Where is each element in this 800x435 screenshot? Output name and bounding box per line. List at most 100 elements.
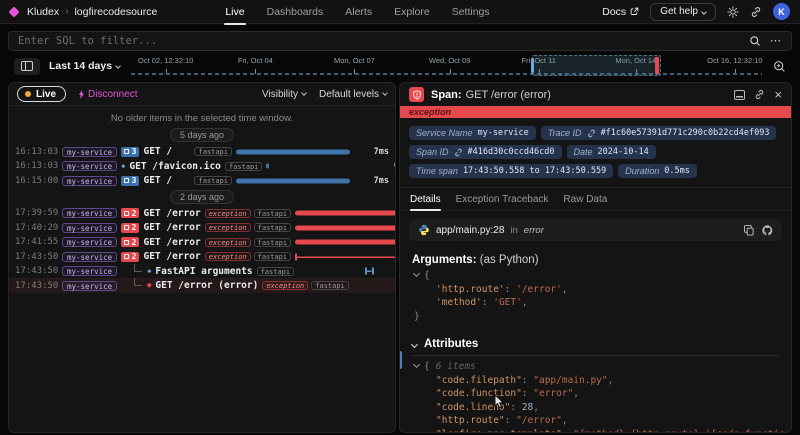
sql-filter-input[interactable] xyxy=(18,35,740,47)
service-tag[interactable]: my-service xyxy=(62,208,117,218)
service-tag[interactable]: my-service xyxy=(62,147,117,157)
span-message: GET /error (error) xyxy=(155,280,258,291)
service-tag[interactable]: my-service xyxy=(62,223,117,233)
live-button[interactable]: Live xyxy=(17,86,66,102)
code-open-brace[interactable]: { xyxy=(412,269,779,283)
share-link-button[interactable] xyxy=(750,6,762,18)
panel-resize-handle[interactable] xyxy=(399,351,402,369)
logfire-logo-icon xyxy=(8,6,19,17)
trace-row[interactable]: 16:13:03my-service3GET /fastapi7ms xyxy=(9,144,395,159)
fastapi-tag[interactable]: fastapi xyxy=(194,147,232,156)
disconnect-button[interactable]: Disconnect xyxy=(78,89,137,100)
copy-icon[interactable] xyxy=(744,225,754,236)
get-help-button[interactable]: Get help xyxy=(650,3,716,21)
service-tag[interactable]: my-service xyxy=(62,176,117,186)
levels-label: Default levels xyxy=(319,89,379,100)
breadcrumb-org[interactable]: Kludex xyxy=(27,6,59,18)
row-timestamp: 16:15:00 xyxy=(15,176,58,186)
exception-tag[interactable]: exception xyxy=(205,223,251,232)
tab-settings[interactable]: Settings xyxy=(451,1,491,23)
sidebar-toggle-button[interactable] xyxy=(14,58,40,75)
trace-row[interactable]: 17:43:50my-service●GET /error (error)exc… xyxy=(9,278,395,293)
tab-explore[interactable]: Explore xyxy=(393,1,431,23)
trace-row[interactable]: 16:15:00my-service3GET /fastapi7ms xyxy=(9,173,395,188)
fastapi-tag[interactable]: fastapi xyxy=(254,238,292,247)
fastapi-tag[interactable]: fastapi xyxy=(311,281,349,290)
span-message: GET / xyxy=(143,175,172,186)
trace-row[interactable]: 17:40:29my-service2GET /errorexceptionfa… xyxy=(9,220,395,235)
service-tag[interactable]: my-service xyxy=(62,161,117,171)
span-message: GET /error xyxy=(143,237,200,248)
search-icon[interactable] xyxy=(749,35,761,47)
time-group-label: 2 days ago xyxy=(170,190,234,204)
row-tags: exceptionfastapi xyxy=(205,238,291,247)
code-location-actions xyxy=(744,225,773,236)
exception-tag[interactable]: exception xyxy=(262,281,308,290)
time-range-dropdown[interactable]: Last 14 days xyxy=(49,60,120,72)
detail-tab-details[interactable]: Details xyxy=(410,194,441,210)
timeline-selection[interactable] xyxy=(532,55,661,76)
fastapi-tag[interactable]: fastapi xyxy=(257,267,295,276)
timeline-zoom-button[interactable] xyxy=(773,60,786,73)
selection-handle[interactable] xyxy=(531,58,534,73)
fastapi-tag[interactable]: fastapi xyxy=(194,176,232,185)
timeline-track[interactable]: Oct 02, 12:32:10Fri, Oct 04Mon, Oct 07We… xyxy=(131,55,762,77)
fastapi-tag[interactable]: fastapi xyxy=(254,223,292,232)
breadcrumb-project[interactable]: logfirecodesource xyxy=(74,6,157,18)
detail-tab-exception-traceback[interactable]: Exception Traceback xyxy=(456,194,549,210)
time-group-label: 5 days ago xyxy=(170,128,234,142)
dock-panel-icon[interactable] xyxy=(734,90,745,100)
levels-dropdown[interactable]: Default levels xyxy=(319,89,387,100)
exception-tag[interactable]: exception xyxy=(205,252,251,261)
close-icon[interactable]: × xyxy=(774,90,782,100)
expand-square-icon xyxy=(124,178,129,183)
children-count-badge[interactable]: 3 xyxy=(121,147,139,157)
docs-link[interactable]: Docs xyxy=(602,6,639,18)
timeline-tick-label: Fri, Oct 04 xyxy=(238,56,273,65)
trace-row[interactable]: 17:43:50my-service2GET /errorexceptionfa… xyxy=(9,249,395,264)
trace-row[interactable]: 16:13:03my-service◆GET /favicon.icofasta… xyxy=(9,159,395,174)
children-count-badge[interactable]: 3 xyxy=(121,176,139,186)
children-count-badge[interactable]: 2 xyxy=(121,252,139,262)
fastapi-tag[interactable]: fastapi xyxy=(254,209,292,218)
duration-bar-track xyxy=(266,160,384,172)
code-location-preposition: in xyxy=(510,225,517,236)
fastapi-tag[interactable]: fastapi xyxy=(225,162,263,171)
copy-link-icon[interactable] xyxy=(754,89,765,100)
more-options-icon[interactable]: ⋯ xyxy=(770,36,782,46)
fastapi-tag[interactable]: fastapi xyxy=(254,252,292,261)
duration-bar-track xyxy=(295,236,396,248)
tab-dashboards[interactable]: Dashboards xyxy=(266,1,325,23)
service-tag[interactable]: my-service xyxy=(62,252,117,262)
children-count-badge[interactable]: 2 xyxy=(121,223,139,233)
detail-tab-raw-data[interactable]: Raw Data xyxy=(563,194,607,210)
service-tag[interactable]: my-service xyxy=(62,266,117,276)
tab-alerts[interactable]: Alerts xyxy=(344,1,373,23)
service-tag[interactable]: my-service xyxy=(62,281,117,291)
tab-live[interactable]: Live xyxy=(224,1,245,23)
meta-badge-span-id[interactable]: Span ID#416d30c0ccd46cd0 xyxy=(409,145,562,159)
time-range-label: Last 14 days xyxy=(49,60,112,72)
duration-bar xyxy=(365,268,373,275)
service-tag[interactable]: my-service xyxy=(62,237,117,247)
span-meta: Service Namemy-serviceTrace ID#f1c60e573… xyxy=(400,118,791,188)
code-open-brace[interactable]: {6 items xyxy=(412,360,779,374)
code-close-brace: } xyxy=(412,310,779,324)
children-count-badge[interactable]: 2 xyxy=(121,208,139,218)
exception-tag[interactable]: exception xyxy=(205,209,251,218)
duration-bar-track xyxy=(298,265,396,277)
meta-label: Time span xyxy=(416,166,458,176)
attributes-heading[interactable]: Attributes xyxy=(412,338,779,356)
exception-tag[interactable]: exception xyxy=(205,238,251,247)
meta-badge-trace-id[interactable]: Trace ID#f1c60e57391d771c290c0b22cd4ef09… xyxy=(541,126,777,140)
visibility-dropdown[interactable]: Visibility xyxy=(262,89,306,100)
detail-tabs: Details Exception Traceback Raw Data xyxy=(400,188,791,211)
avatar[interactable]: K xyxy=(773,3,790,20)
trace-row[interactable]: 17:39:59my-service2GET /errorexceptionfa… xyxy=(9,206,395,221)
trace-row[interactable]: 17:41:55my-service2GET /errorexceptionfa… xyxy=(9,235,395,250)
trace-row[interactable]: 17:43:50my-service◆FastAPI argumentsfast… xyxy=(9,264,395,279)
children-count-badge[interactable]: 2 xyxy=(121,237,139,247)
code-file-link[interactable]: app/main.py:28 xyxy=(436,225,504,236)
github-icon[interactable] xyxy=(762,225,773,236)
theme-toggle-button[interactable] xyxy=(727,6,739,18)
